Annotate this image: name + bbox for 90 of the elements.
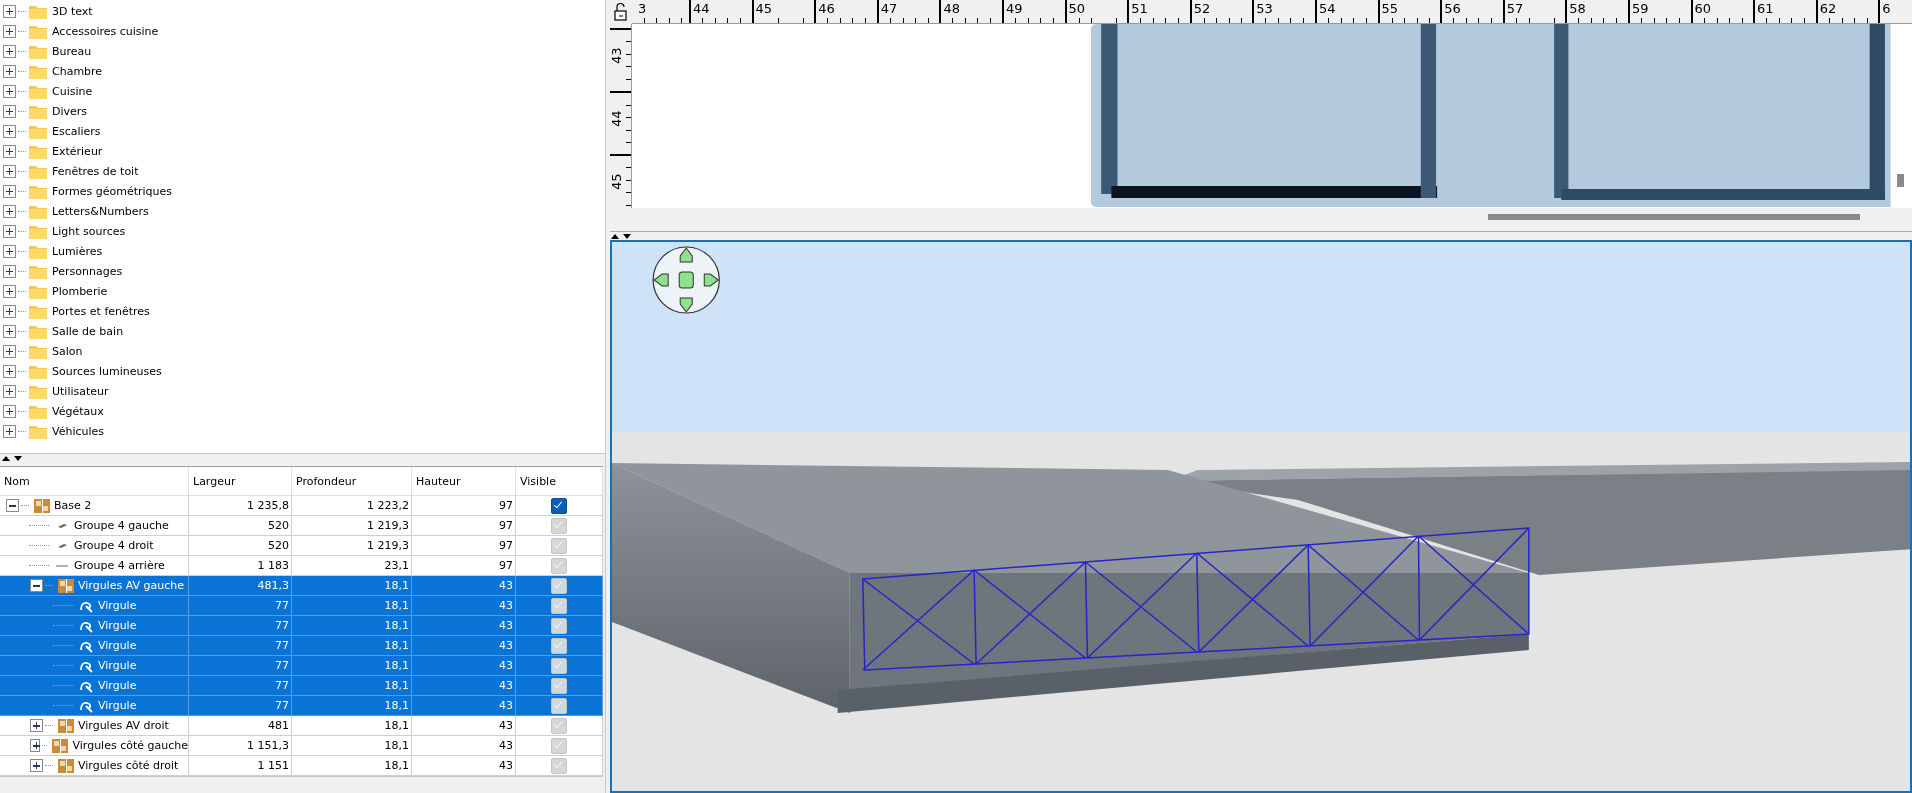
expand-button[interactable] <box>3 24 16 38</box>
item-name: Virgule <box>98 599 137 612</box>
item-name: Virgules AV droit <box>78 719 169 732</box>
splitter-arrows-icon[interactable] <box>610 232 632 240</box>
item-name: Virgule <box>98 619 137 632</box>
table-cell: 43 <box>412 756 516 776</box>
stone-border-drawing[interactable] <box>612 462 1910 713</box>
ruler-label: 45 <box>609 173 624 190</box>
expand-button[interactable] <box>3 284 16 298</box>
item-name: Virgule <box>98 699 137 712</box>
scrollbar-thumb[interactable] <box>1897 174 1904 187</box>
table-cell: 18,1 <box>292 756 412 776</box>
table-cell: 1 151 <box>189 756 292 776</box>
splitter-arrows-icon[interactable] <box>1 454 23 462</box>
expand-button[interactable] <box>3 424 16 438</box>
ruler-label: 44 <box>609 110 624 127</box>
column-header[interactable]: Largeur <box>189 467 292 495</box>
collapse-button[interactable] <box>6 499 19 512</box>
tree-item[interactable]: Utilisateur <box>52 384 109 398</box>
item-name: Virgules côté droit <box>78 759 179 772</box>
expand-button[interactable] <box>3 204 16 218</box>
tree-item[interactable]: Divers <box>52 104 88 118</box>
expand-button[interactable] <box>3 4 16 18</box>
expand-button[interactable] <box>3 164 16 178</box>
expand-button[interactable] <box>3 404 16 418</box>
visible-checkbox[interactable] <box>551 497 567 514</box>
wireframe-drawing[interactable] <box>862 527 1530 671</box>
expand-button[interactable] <box>3 304 16 318</box>
tree-item[interactable]: Lumières <box>52 244 103 258</box>
tree-item[interactable]: Formes géométriques <box>52 184 172 198</box>
tree-item[interactable]: Portes et fenêtres <box>52 304 150 318</box>
item-name: Groupe 4 arrière <box>74 559 165 572</box>
column-header[interactable]: Profondeur <box>292 467 412 495</box>
expand-button[interactable] <box>3 144 16 158</box>
tree-item[interactable]: Fenêtres de toit <box>52 164 139 178</box>
tree-item[interactable]: Extérieur <box>52 144 103 158</box>
tree-item[interactable]: Light sources <box>52 224 126 238</box>
tree-item[interactable]: Végétaux <box>52 404 104 418</box>
tree-item[interactable]: Plomberie <box>52 284 108 298</box>
column-header[interactable]: Nom <box>0 467 189 495</box>
line-icon <box>56 564 68 567</box>
tree-item[interactable]: Sources lumineuses <box>52 364 162 378</box>
tree-item[interactable]: Accessoires cuisine <box>52 24 159 38</box>
expand-button[interactable] <box>3 124 16 138</box>
tree-item[interactable]: Salon <box>52 344 83 358</box>
expand-button[interactable] <box>3 384 16 398</box>
slab-icon <box>57 523 67 528</box>
furniture-group-icon <box>51 737 70 754</box>
item-name: Groupe 4 droit <box>74 539 154 552</box>
item-name: Base 2 <box>54 499 92 512</box>
tree-item[interactable]: Personnages <box>52 264 123 278</box>
scrollbar-thumb[interactable] <box>1488 214 1860 220</box>
item-name: Virgule <box>98 639 137 652</box>
tree-item[interactable]: Véhicules <box>52 424 105 438</box>
expand-button[interactable] <box>3 324 16 338</box>
expand-button[interactable] <box>3 184 16 198</box>
furniture-group-icon <box>57 577 75 594</box>
item-name: Virgule <box>98 659 137 672</box>
column-header[interactable]: Hauteur <box>412 467 516 495</box>
expand-button[interactable] <box>3 244 16 258</box>
tree-item[interactable]: 3D text <box>52 4 93 18</box>
wall-drawing[interactable] <box>1101 24 1438 198</box>
tree-item[interactable]: Salle de bain <box>52 324 124 338</box>
item-name: Virgule <box>98 679 137 692</box>
furniture-group-icon <box>33 497 51 514</box>
lock-icon[interactable] <box>613 2 629 22</box>
expand-button[interactable] <box>3 64 16 78</box>
tree-item[interactable]: Cuisine <box>52 84 93 98</box>
column-header[interactable]: Visible <box>516 467 603 495</box>
expand-button[interactable] <box>3 344 16 358</box>
tree-item[interactable]: Chambre <box>52 64 103 78</box>
furniture-group-icon <box>57 717 75 734</box>
item-name: Virgules AV gauche <box>78 579 184 592</box>
item-name: Groupe 4 gauche <box>74 519 169 532</box>
item-name: Virgules côté gauche <box>72 739 188 752</box>
expand-button[interactable] <box>3 44 16 58</box>
expand-button[interactable] <box>3 84 16 98</box>
furniture-group-icon <box>57 757 75 774</box>
expand-button[interactable] <box>3 104 16 118</box>
expand-button[interactable] <box>3 364 16 378</box>
expand-button[interactable] <box>3 224 16 238</box>
navigation-control[interactable] <box>652 246 720 314</box>
tree-item[interactable]: Escaliers <box>52 124 101 138</box>
table-row[interactable]: Base 2 1 235,8 1 223,2 97 <box>0 496 603 516</box>
tree-item[interactable]: Bureau <box>52 44 92 58</box>
tree-item[interactable]: Letters&Numbers <box>52 204 149 218</box>
slab-icon <box>57 543 67 548</box>
ruler-label: 43 <box>609 47 624 64</box>
expand-button[interactable] <box>3 264 16 278</box>
wall-drawing[interactable] <box>1554 24 1885 200</box>
